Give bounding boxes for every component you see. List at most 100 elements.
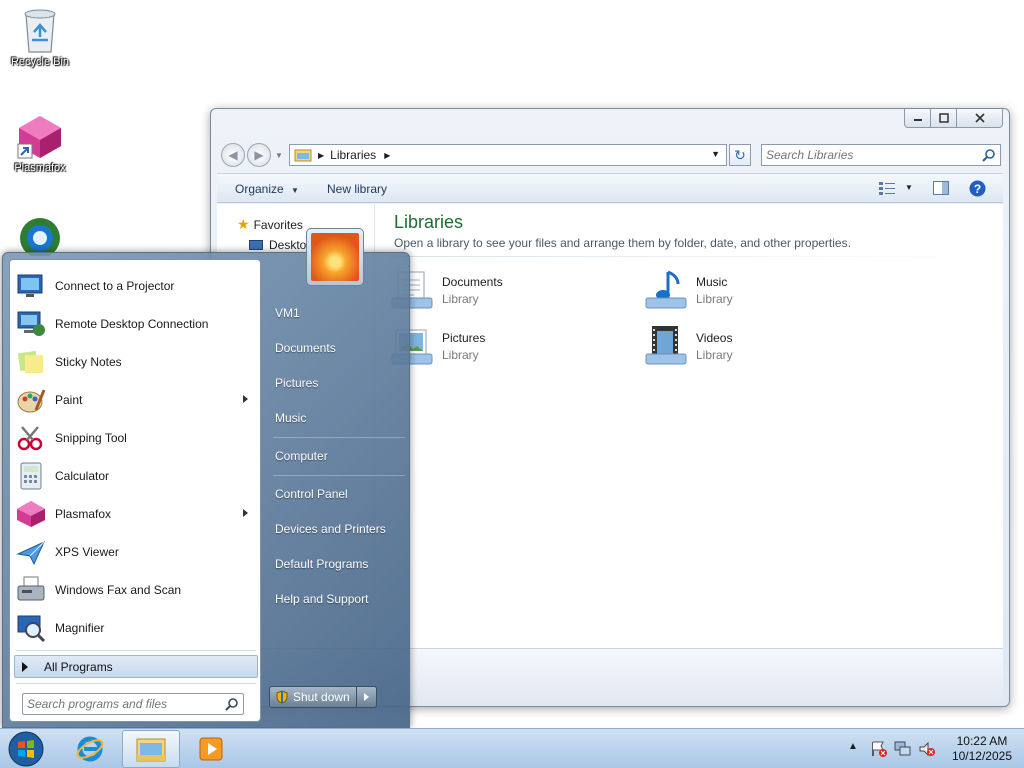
program-item[interactable]: Plasmafox — [12, 496, 258, 532]
volume-muted-icon[interactable] — [918, 740, 936, 758]
refresh-button[interactable]: ↻ — [729, 144, 751, 166]
shutdown-control: Shut down — [269, 686, 377, 708]
show-hidden-icons-button[interactable]: ▲ — [848, 741, 858, 752]
xps-viewer-icon — [14, 535, 48, 569]
taskbar: ▲ 10:22 AM 10/12/2025 — [0, 728, 1024, 768]
fax-icon — [14, 573, 48, 607]
breadcrumb-arrow-icon[interactable]: ▶ — [318, 151, 324, 160]
program-item[interactable]: Sticky Notes — [12, 344, 258, 380]
calculator-icon — [14, 459, 48, 493]
library-name: Documents — [442, 274, 503, 289]
change-view-button[interactable] — [879, 181, 895, 198]
taskbar-explorer[interactable] — [122, 730, 180, 768]
clock-time: 10:22 AM — [956, 734, 1008, 748]
shutdown-options-button[interactable] — [357, 686, 377, 708]
search-icon — [982, 149, 995, 162]
start-link-devices-printers[interactable]: Devices and Printers — [275, 522, 386, 536]
program-item[interactable]: Connect to a Projector — [12, 268, 258, 304]
library-videos[interactable]: Videos Library — [644, 324, 733, 368]
folder-icon — [136, 738, 166, 762]
back-button[interactable]: ◀ — [221, 143, 245, 167]
library-type: Library — [696, 347, 733, 362]
libraries-content: Libraries Open a library to see your fil… — [376, 204, 1003, 648]
program-label: Plasmafox — [55, 507, 112, 521]
desktop-icon-label: Plasmafox — [14, 162, 66, 174]
start-link-music[interactable]: Music — [275, 411, 306, 425]
minimize-button[interactable] — [904, 109, 931, 128]
action-center-flag-icon[interactable] — [870, 740, 888, 758]
program-item[interactable]: Snipping Tool — [12, 420, 258, 456]
forward-button[interactable]: ▶ — [247, 143, 271, 167]
start-link-computer[interactable]: Computer — [275, 449, 328, 463]
program-item[interactable]: Remote Desktop Connection — [12, 306, 258, 342]
clock[interactable]: 10:22 AM 10/12/2025 — [952, 734, 1012, 764]
desktop-icon-plasmafox[interactable]: Plasmafox — [0, 114, 80, 174]
clock-date: 10/12/2025 — [951, 749, 1012, 763]
search-input[interactable] — [766, 148, 982, 162]
desktop-icon — [249, 240, 263, 250]
start-search-input[interactable] — [27, 697, 225, 711]
divider — [273, 437, 405, 438]
command-bar: Organize ▼ New library ▼ ? — [217, 173, 1003, 203]
taskbar-ie[interactable] — [66, 730, 114, 768]
maximize-button[interactable] — [931, 109, 957, 128]
shutdown-button[interactable]: Shut down — [269, 686, 357, 708]
submenu-arrow-icon[interactable] — [243, 509, 248, 517]
search-box[interactable] — [761, 144, 1001, 166]
network-icon[interactable] — [894, 740, 912, 758]
program-item[interactable]: Windows Fax and Scan — [12, 572, 258, 608]
start-menu: Connect to a Projector Remote Desktop Co… — [2, 252, 410, 728]
windows-orb-icon — [8, 731, 44, 767]
all-programs-label: All Programs — [44, 659, 113, 674]
start-link-help-support[interactable]: Help and Support — [275, 592, 368, 606]
program-item[interactable]: Calculator — [12, 458, 258, 494]
help-button[interactable]: ? — [969, 180, 986, 200]
start-menu-places-panel: VM1 Documents Pictures Music Computer Co… — [265, 253, 411, 729]
library-name: Pictures — [442, 330, 486, 345]
submenu-arrow-icon[interactable] — [243, 395, 248, 403]
address-bar[interactable]: ▶ Libraries ▶ ▼ — [289, 144, 727, 166]
view-options-icon — [879, 182, 895, 195]
scissors-icon — [14, 421, 48, 455]
library-name: Videos — [696, 330, 733, 345]
close-button[interactable] — [957, 109, 1003, 128]
paint-icon — [14, 383, 48, 417]
back-arrow-icon: ◀ — [228, 148, 238, 162]
desktop-icon-recycle-bin[interactable]: Recycle Bin — [0, 6, 80, 68]
program-item[interactable]: XPS Viewer — [12, 534, 258, 570]
start-button[interactable] — [4, 730, 48, 768]
start-link-pictures[interactable]: Pictures — [275, 376, 318, 390]
sticky-notes-icon — [14, 345, 48, 379]
start-link-user[interactable]: VM1 — [275, 306, 300, 320]
page-title: Libraries — [394, 212, 464, 232]
start-search-box[interactable] — [22, 693, 244, 715]
library-type: Library — [442, 347, 479, 362]
program-item[interactable]: Magnifier — [12, 610, 258, 646]
chevron-down-icon: ▼ — [291, 186, 299, 195]
program-item[interactable]: Paint — [12, 382, 258, 418]
start-link-default-programs[interactable]: Default Programs — [275, 557, 368, 571]
restore-icon — [938, 113, 949, 123]
address-dropdown-icon[interactable]: ▼ — [711, 149, 720, 159]
recent-pages-icon[interactable]: ▼ — [275, 151, 283, 160]
nav-favorites[interactable]: ★ Favorites — [237, 216, 303, 233]
forward-arrow-icon: ▶ — [254, 148, 264, 162]
view-dropdown-icon[interactable]: ▼ — [905, 183, 913, 192]
organize-button[interactable]: Organize ▼ — [235, 182, 299, 196]
all-programs-button[interactable]: All Programs — [14, 655, 258, 678]
user-picture[interactable] — [306, 228, 364, 286]
start-link-control-panel[interactable]: Control Panel — [275, 487, 348, 501]
taskbar-media-player[interactable] — [188, 730, 234, 768]
shield-icon — [276, 690, 288, 704]
nav-desktop[interactable]: Desktop — [249, 238, 313, 252]
desktop-icon-browser[interactable] — [0, 216, 80, 256]
breadcrumb-arrow-icon[interactable]: ▶ — [384, 151, 390, 160]
program-label: Connect to a Projector — [55, 279, 175, 293]
start-link-documents[interactable]: Documents — [275, 341, 336, 355]
new-library-button[interactable]: New library — [327, 182, 387, 196]
breadcrumb-libraries[interactable]: Libraries — [330, 148, 376, 162]
window-caption-buttons — [904, 109, 1003, 128]
divider — [394, 256, 985, 257]
preview-pane-button[interactable] — [933, 181, 949, 198]
library-music[interactable]: Music Library — [644, 268, 733, 312]
